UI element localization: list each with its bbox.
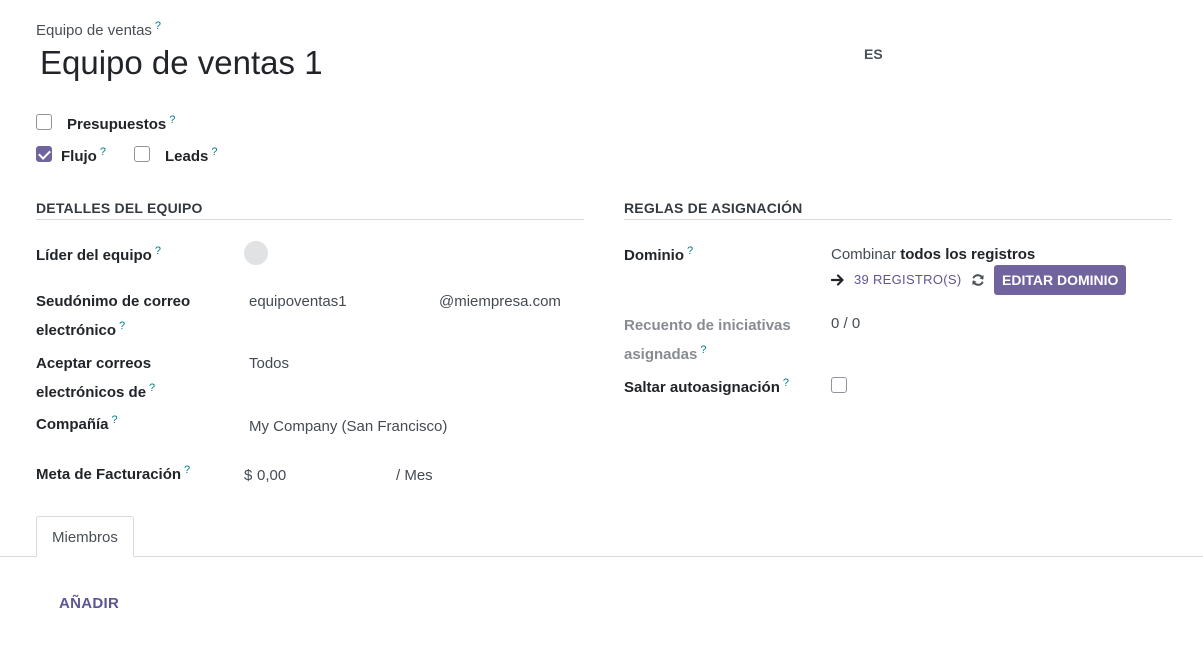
- email-alias-input[interactable]: equipoventas1: [249, 293, 347, 310]
- leads-label: Leads?: [165, 146, 217, 165]
- team-name-field-label: Equipo de ventas?: [36, 20, 161, 39]
- tabs-baseline: [0, 556, 1203, 557]
- team-leader-label-text: Líder del equipo: [36, 247, 152, 264]
- team-leader-avatar[interactable]: [244, 241, 268, 265]
- team-details-separator: [36, 219, 584, 220]
- help-icon[interactable]: ?: [783, 377, 789, 389]
- help-icon[interactable]: ?: [687, 245, 693, 257]
- tab-members[interactable]: Miembros: [36, 516, 134, 557]
- skip-autoassign-checkbox-box[interactable]: [831, 377, 847, 393]
- help-icon[interactable]: ?: [700, 344, 706, 356]
- add-member-link[interactable]: AÑADIR: [59, 595, 119, 612]
- domain-records-link[interactable]: 39 REGISTRO(S): [831, 272, 962, 287]
- help-icon[interactable]: ?: [184, 464, 190, 476]
- domain-summary-bold: todos los registros: [900, 246, 1036, 263]
- quotations-checkbox-box[interactable]: [36, 114, 52, 130]
- assigned-count-label: Recuento de iniciativas asignadas?: [624, 314, 791, 367]
- records-count-link[interactable]: 39 REGISTRO(S): [854, 272, 962, 287]
- invoiced-target-currency: $: [244, 467, 253, 484]
- email-alias-label-line2: electrónico: [36, 322, 117, 339]
- team-name-input[interactable]: Equipo de ventas 1: [40, 44, 323, 82]
- assignment-rules-title: REGLAS DE ASIGNACIÓN: [624, 200, 803, 216]
- accept-emails-label-line1: Aceptar correos: [36, 355, 152, 372]
- team-leader-label: Líder del equipo?: [36, 245, 161, 264]
- help-icon[interactable]: ?: [112, 414, 118, 426]
- email-alias-domain: @miempresa.com: [439, 293, 561, 310]
- leads-checkbox[interactable]: [134, 146, 150, 166]
- arrow-right-icon: [831, 273, 844, 286]
- accept-emails-select[interactable]: Todos: [249, 355, 289, 372]
- invoiced-target-label-text: Meta de Facturación: [36, 466, 182, 483]
- skip-autoassign-checkbox[interactable]: [831, 377, 847, 397]
- pipeline-checkbox[interactable]: [36, 146, 52, 166]
- help-icon[interactable]: ?: [100, 146, 106, 158]
- quotations-label: Presupuestos?: [67, 114, 175, 133]
- company-input[interactable]: My Company (San Francisco): [249, 418, 447, 435]
- help-icon[interactable]: ?: [169, 114, 175, 126]
- help-icon[interactable]: ?: [211, 146, 217, 158]
- pipeline-label: Flujo?: [61, 146, 106, 165]
- skip-autoassign-label-text: Saltar autoasignación: [624, 379, 780, 396]
- domain-label: Dominio?: [624, 245, 693, 264]
- company-label: Compañía?: [36, 414, 118, 433]
- edit-domain-button[interactable]: EDITAR DOMINIO: [994, 265, 1127, 295]
- assigned-count-label-line1: Recuento de iniciativas: [624, 317, 791, 334]
- accept-emails-label-line2: electrónicos de: [36, 384, 147, 401]
- domain-summary-prefix: Combinar: [831, 246, 897, 263]
- help-icon[interactable]: ?: [149, 382, 155, 394]
- language-badge[interactable]: ES: [864, 46, 883, 62]
- pipeline-checkbox-box[interactable]: [36, 146, 52, 162]
- assigned-count-value: 0 / 0: [831, 315, 861, 332]
- skip-autoassign-label: Saltar autoasignación?: [624, 377, 789, 396]
- team-details-title: DETALLES DEL EQUIPO: [36, 200, 203, 216]
- quotations-checkbox[interactable]: [36, 114, 52, 134]
- leads-checkbox-box[interactable]: [134, 146, 150, 162]
- invoiced-target-period: / Mes: [396, 467, 433, 484]
- email-alias-label-line1: Seudónimo de correo: [36, 293, 191, 310]
- help-icon[interactable]: ?: [119, 320, 125, 332]
- help-icon[interactable]: ?: [155, 20, 161, 32]
- refresh-icon[interactable]: [971, 273, 985, 291]
- invoiced-target-input[interactable]: 0,00: [257, 467, 286, 484]
- domain-label-text: Dominio: [624, 247, 684, 264]
- accept-emails-label: Aceptar correos electrónicos de?: [36, 352, 155, 405]
- leads-label-text: Leads: [165, 148, 209, 165]
- pipeline-label-text: Flujo: [61, 148, 97, 165]
- assignment-rules-separator: [624, 219, 1172, 220]
- team-name-label: Equipo de ventas: [36, 22, 152, 39]
- help-icon[interactable]: ?: [155, 245, 161, 257]
- domain-summary: Combinar todos los registros: [831, 246, 1035, 263]
- assigned-count-label-line2: asignadas: [624, 346, 698, 363]
- quotations-label-text: Presupuestos: [67, 116, 167, 133]
- email-alias-label: Seudónimo de correo electrónico?: [36, 289, 190, 343]
- invoiced-target-label: Meta de Facturación?: [36, 464, 190, 483]
- company-label-text: Compañía: [36, 416, 109, 433]
